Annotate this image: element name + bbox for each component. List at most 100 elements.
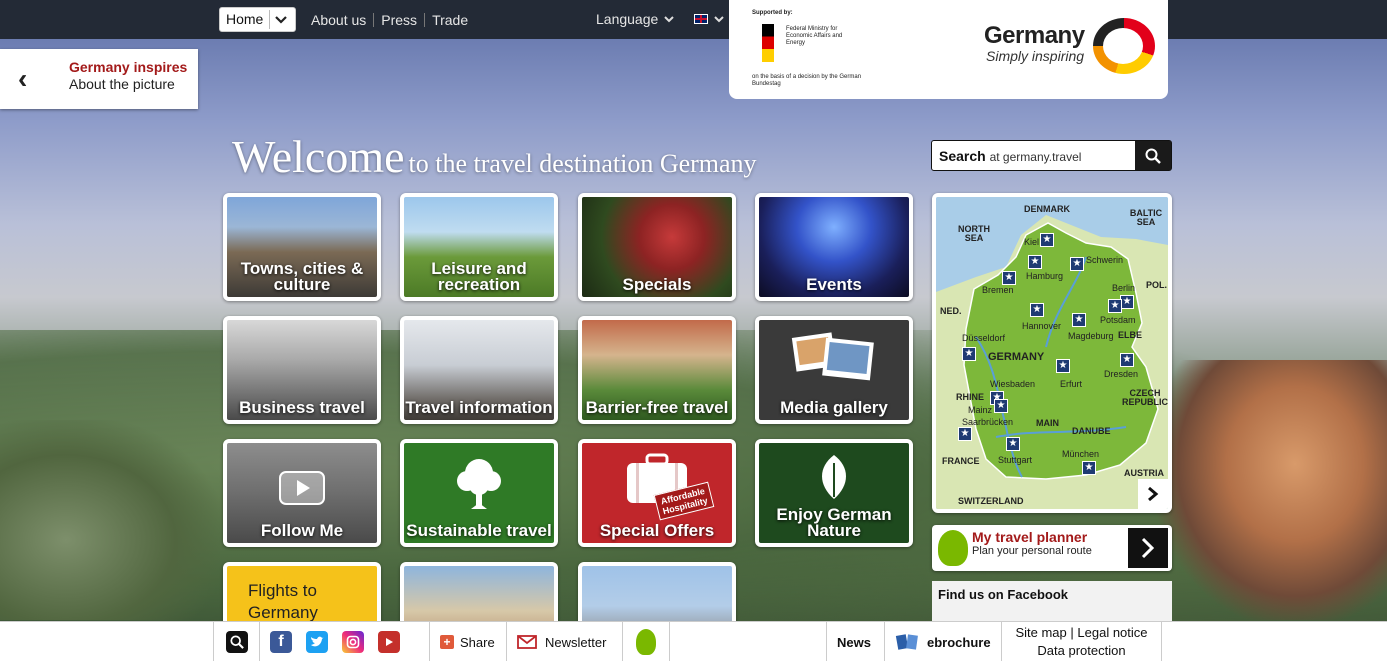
search-input[interactable]	[932, 141, 1135, 170]
tile-events[interactable]: Events	[755, 193, 913, 301]
tile-barrier-free-travel[interactable]: Barrier-free travel	[578, 316, 736, 424]
tile-special-offers[interactable]: Affordable Hospitality Special Offers	[578, 439, 736, 547]
map-city-saarbrucken: Saarbrücken	[962, 417, 1014, 427]
map-city-kiel: Kiel	[1024, 237, 1040, 247]
legal-notice-link[interactable]: Legal notice	[1077, 625, 1147, 640]
star-icon[interactable]: ★	[1072, 313, 1086, 327]
tile-enjoy-german-nature[interactable]: Enjoy German Nature	[755, 439, 913, 547]
star-icon[interactable]: ★	[1028, 255, 1042, 269]
map-city-wiesbaden: Wiesbaden	[990, 379, 1036, 389]
tile-media-gallery[interactable]: Media gallery	[755, 316, 913, 424]
map-city-erfurt: Erfurt	[1060, 379, 1083, 389]
star-icon[interactable]: ★	[962, 347, 976, 361]
tile-travel-information[interactable]: Travel information	[400, 316, 558, 424]
social-links: f	[260, 622, 430, 661]
map-label-switzerland: SWITZERLAND	[958, 496, 1024, 506]
star-icon[interactable]: ★	[1120, 353, 1134, 367]
plus-icon: +	[440, 635, 454, 649]
photos-icon	[789, 330, 879, 390]
news-link[interactable]: News	[826, 622, 885, 661]
star-icon[interactable]: ★	[1002, 271, 1016, 285]
tile-follow-me[interactable]: Follow Me	[223, 439, 381, 547]
about-picture-panel[interactable]: ‹ Germany inspires About the picture	[0, 49, 198, 109]
tile-label: Sustainable travel	[406, 521, 552, 540]
nav-press[interactable]: Press	[373, 12, 424, 27]
travel-planner-icon	[636, 629, 656, 655]
tile-label: Specials	[622, 275, 692, 294]
map-city-hamburg: Hamburg	[1026, 271, 1064, 281]
newsletter-button[interactable]: Newsletter	[507, 622, 623, 661]
data-protection-link[interactable]: Data protection	[1037, 642, 1125, 660]
star-icon[interactable]: ★	[1070, 257, 1084, 271]
youtube-icon[interactable]	[378, 631, 400, 653]
star-icon[interactable]: ★	[1108, 299, 1122, 313]
map-label-main: MAIN	[1036, 418, 1059, 428]
germany-map[interactable]: DENMARK BALTIC SEA NORTH SEA NED. POL. G…	[932, 193, 1172, 513]
star-icon[interactable]: ★	[1120, 295, 1134, 309]
map-city-magdeburg: Magdeburg	[1068, 331, 1114, 341]
tree-icon	[451, 453, 507, 518]
map-next-button[interactable]	[1138, 479, 1168, 509]
star-icon[interactable]: ★	[1040, 233, 1054, 247]
tile-towns-cities-culture[interactable]: Towns, cities & culture	[223, 193, 381, 301]
star-icon[interactable]: ★	[1030, 303, 1044, 317]
bottom-toolbar: f + Share Newsletter News ebrochure Site…	[0, 621, 1387, 661]
tile-leisure-recreation[interactable]: Leisure and recreation	[400, 193, 558, 301]
tile-label: Flights to Germany	[248, 581, 318, 622]
germany-logo-icon[interactable]	[1093, 18, 1155, 74]
tile-specials[interactable]: Specials	[578, 193, 736, 301]
top-navigation-bar: Home About us Press Trade Language	[0, 0, 1387, 39]
nav-about-us[interactable]: About us	[304, 13, 373, 27]
star-icon[interactable]: ★	[958, 427, 972, 441]
map-label-baltic-sea: BALTIC SEA	[1129, 208, 1163, 227]
map-label-austria: AUSTRIA	[1124, 468, 1164, 478]
bottom-search-button[interactable]	[213, 622, 260, 661]
brand-title[interactable]: Germany	[984, 22, 1085, 50]
tile-label: Barrier-free travel	[585, 398, 729, 417]
star-icon[interactable]: ★	[1056, 359, 1070, 373]
star-icon[interactable]: ★	[1082, 461, 1096, 475]
instagram-icon[interactable]	[342, 631, 364, 653]
tile-label: Media gallery	[780, 398, 888, 417]
map-city-mainz: Mainz	[968, 405, 993, 415]
chevron-down-icon[interactable]	[269, 10, 291, 29]
planner-open-button[interactable]	[1128, 528, 1168, 568]
facebook-icon[interactable]: f	[270, 631, 292, 653]
map-city-bremen: Bremen	[982, 285, 1014, 295]
brand-subtitle: Simply inspiring	[986, 48, 1085, 64]
search-button[interactable]	[1135, 141, 1171, 170]
star-icon[interactable]: ★	[994, 399, 1008, 413]
star-icon[interactable]: ★	[1006, 437, 1020, 451]
search-icon	[1145, 148, 1161, 164]
travel-planner-panel[interactable]: My travel planner Plan your personal rou…	[932, 525, 1172, 571]
brochure-icon	[895, 634, 918, 650]
tile-business-travel[interactable]: Business travel	[223, 316, 381, 424]
tile-label: Leisure and recreation	[431, 259, 527, 294]
chevron-right-icon	[1141, 537, 1155, 559]
chevron-left-icon[interactable]: ‹	[18, 65, 27, 93]
share-button[interactable]: + Share	[430, 622, 507, 661]
map-city-potsdam: Potsdam	[1100, 315, 1136, 325]
map-label-denmark: DENMARK	[1024, 204, 1070, 214]
twitter-icon[interactable]	[306, 631, 328, 653]
page-title: Welcome to the travel destination German…	[232, 130, 757, 183]
search-box[interactable]: Search at germany.travel	[931, 140, 1172, 171]
ministry-text: Federal Ministry for Economic Affairs an…	[786, 26, 843, 46]
planner-subtitle: Plan your personal route	[972, 545, 1092, 557]
ebrochure-link[interactable]: ebrochure	[885, 622, 1002, 661]
map-city-berlin: Berlin	[1112, 283, 1136, 293]
nav-trade[interactable]: Trade	[424, 12, 475, 27]
chevron-down-icon	[664, 15, 675, 22]
federal-eagle-icon	[762, 24, 774, 62]
ebrochure-label: ebrochure	[927, 634, 991, 650]
inspires-title: Germany inspires	[69, 59, 188, 75]
map-label-elbe: ELBE	[1118, 330, 1143, 340]
language-selector[interactable]: Language	[596, 11, 725, 27]
facebook-title: Find us on Facebook	[938, 587, 1069, 602]
map-label-pol: POL.	[1146, 280, 1168, 290]
tile-sustainable-travel[interactable]: Sustainable travel	[400, 439, 558, 547]
home-dropdown[interactable]: Home	[219, 7, 296, 32]
tile-label: Events	[806, 275, 862, 294]
travel-planner-shortcut[interactable]	[623, 622, 670, 661]
sitemap-link[interactable]: Site map	[1015, 625, 1066, 640]
